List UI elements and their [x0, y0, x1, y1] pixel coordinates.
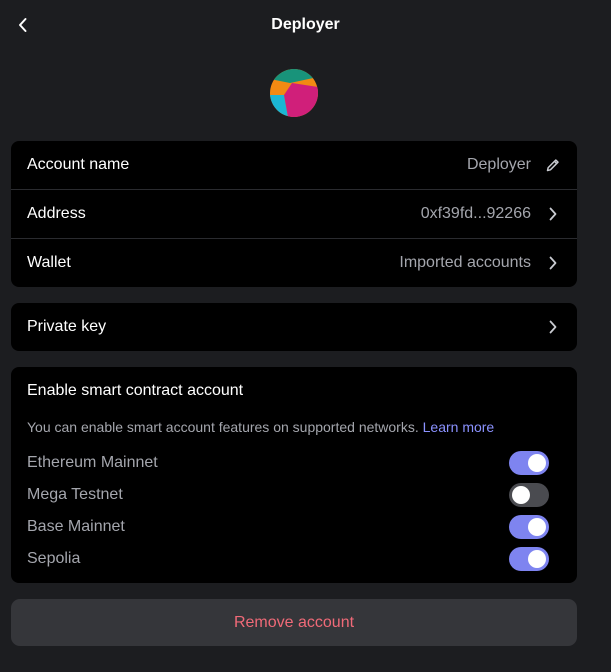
smart-account-card: Enable smart contract account You can en… — [11, 367, 577, 583]
address-row[interactable]: Address 0xf39fd...92266 — [11, 190, 577, 238]
account-name-row[interactable]: Account name Deployer — [11, 141, 577, 189]
wallet-label: Wallet — [27, 254, 71, 271]
header: Deployer — [0, 0, 611, 52]
account-name-value: Deployer — [466, 156, 531, 173]
smart-account-description: You can enable smart account features on… — [27, 419, 494, 435]
account-details-page: Deployer Account name Deployer Address 0… — [0, 0, 611, 672]
account-info-card: Account name Deployer Address 0xf39fd...… — [11, 141, 577, 287]
remove-account-button[interactable]: Remove account — [11, 599, 577, 646]
wallet-row[interactable]: Wallet Imported accounts — [11, 239, 577, 287]
learn-more-link[interactable]: Learn more — [423, 419, 495, 435]
description-text: You can enable smart account features on… — [27, 419, 419, 435]
pencil-icon[interactable] — [545, 157, 561, 173]
page-title: Deployer — [271, 16, 340, 33]
chevron-right-icon — [545, 255, 561, 271]
network-toggle[interactable] — [509, 547, 549, 571]
wallet-value: Imported accounts — [399, 254, 531, 271]
network-row-ethereum-mainnet: Ethereum Mainnet — [27, 449, 549, 477]
chevron-right-icon — [545, 206, 561, 222]
network-toggle[interactable] — [509, 515, 549, 539]
toggle-knob — [528, 550, 546, 568]
smart-account-title: Enable smart contract account — [27, 382, 244, 399]
network-toggle[interactable] — [509, 451, 549, 475]
private-key-row[interactable]: Private key — [11, 303, 577, 351]
address-value: 0xf39fd...92266 — [420, 205, 531, 222]
toggle-knob — [528, 518, 546, 536]
private-key-card: Private key — [11, 303, 577, 351]
chevron-right-icon — [545, 319, 561, 335]
network-toggle[interactable] — [509, 483, 549, 507]
network-label: Ethereum Mainnet — [27, 454, 158, 471]
toggle-knob — [512, 486, 530, 504]
address-label: Address — [27, 205, 86, 222]
network-row-mega-testnet: Mega Testnet — [27, 481, 549, 509]
toggle-knob — [528, 454, 546, 472]
network-label: Mega Testnet — [27, 486, 123, 503]
network-row-sepolia: Sepolia — [27, 545, 549, 573]
network-label: Base Mainnet — [27, 518, 125, 535]
network-row-base-mainnet: Base Mainnet — [27, 513, 549, 541]
network-label: Sepolia — [27, 550, 81, 567]
account-avatar — [270, 69, 318, 117]
account-name-label: Account name — [27, 156, 130, 173]
private-key-label: Private key — [27, 318, 107, 335]
